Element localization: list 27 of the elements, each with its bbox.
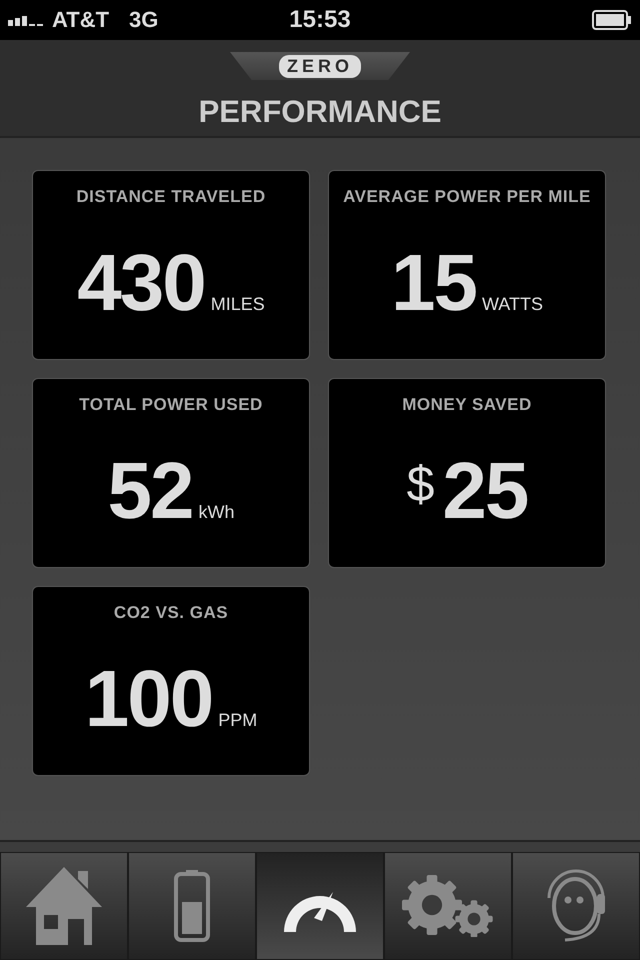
stat-unit: MILES — [210, 294, 265, 315]
stat-label: DISTANCE TRAVELED — [76, 187, 266, 207]
stat-value: 100 — [84, 659, 212, 739]
currency-symbol: $ — [406, 455, 434, 513]
battery-icon — [592, 10, 632, 30]
signal-icon — [8, 14, 46, 26]
home-icon — [26, 867, 102, 945]
stat-label: AVERAGE POWER PER MILE — [343, 187, 591, 207]
network-type: 3G — [129, 7, 158, 33]
stat-label: TOTAL POWER USED — [79, 395, 263, 415]
tab-button[interactable] — [256, 852, 384, 960]
brand-logo: ZERO — [278, 54, 361, 78]
stat-label: MONEY SAVED — [402, 395, 532, 415]
stat-unit: kWh — [198, 502, 234, 523]
stat-value: 52 — [108, 451, 192, 531]
stat-value: 25 — [442, 451, 528, 531]
carrier-name: AT&T — [52, 7, 110, 33]
stat-unit: WATTS — [482, 294, 543, 315]
stat-unit: PPM — [218, 710, 258, 731]
battery-icon — [174, 870, 210, 942]
stat-value: 15 — [391, 243, 476, 323]
page-title: PERFORMANCE — [198, 94, 442, 130]
stat-value: 430 — [77, 243, 205, 323]
headset-icon — [545, 868, 607, 944]
settings-icon — [402, 875, 494, 937]
clock-time: 15:53 — [288, 6, 352, 34]
stat-label: CO2 VS. GAS — [114, 603, 228, 623]
